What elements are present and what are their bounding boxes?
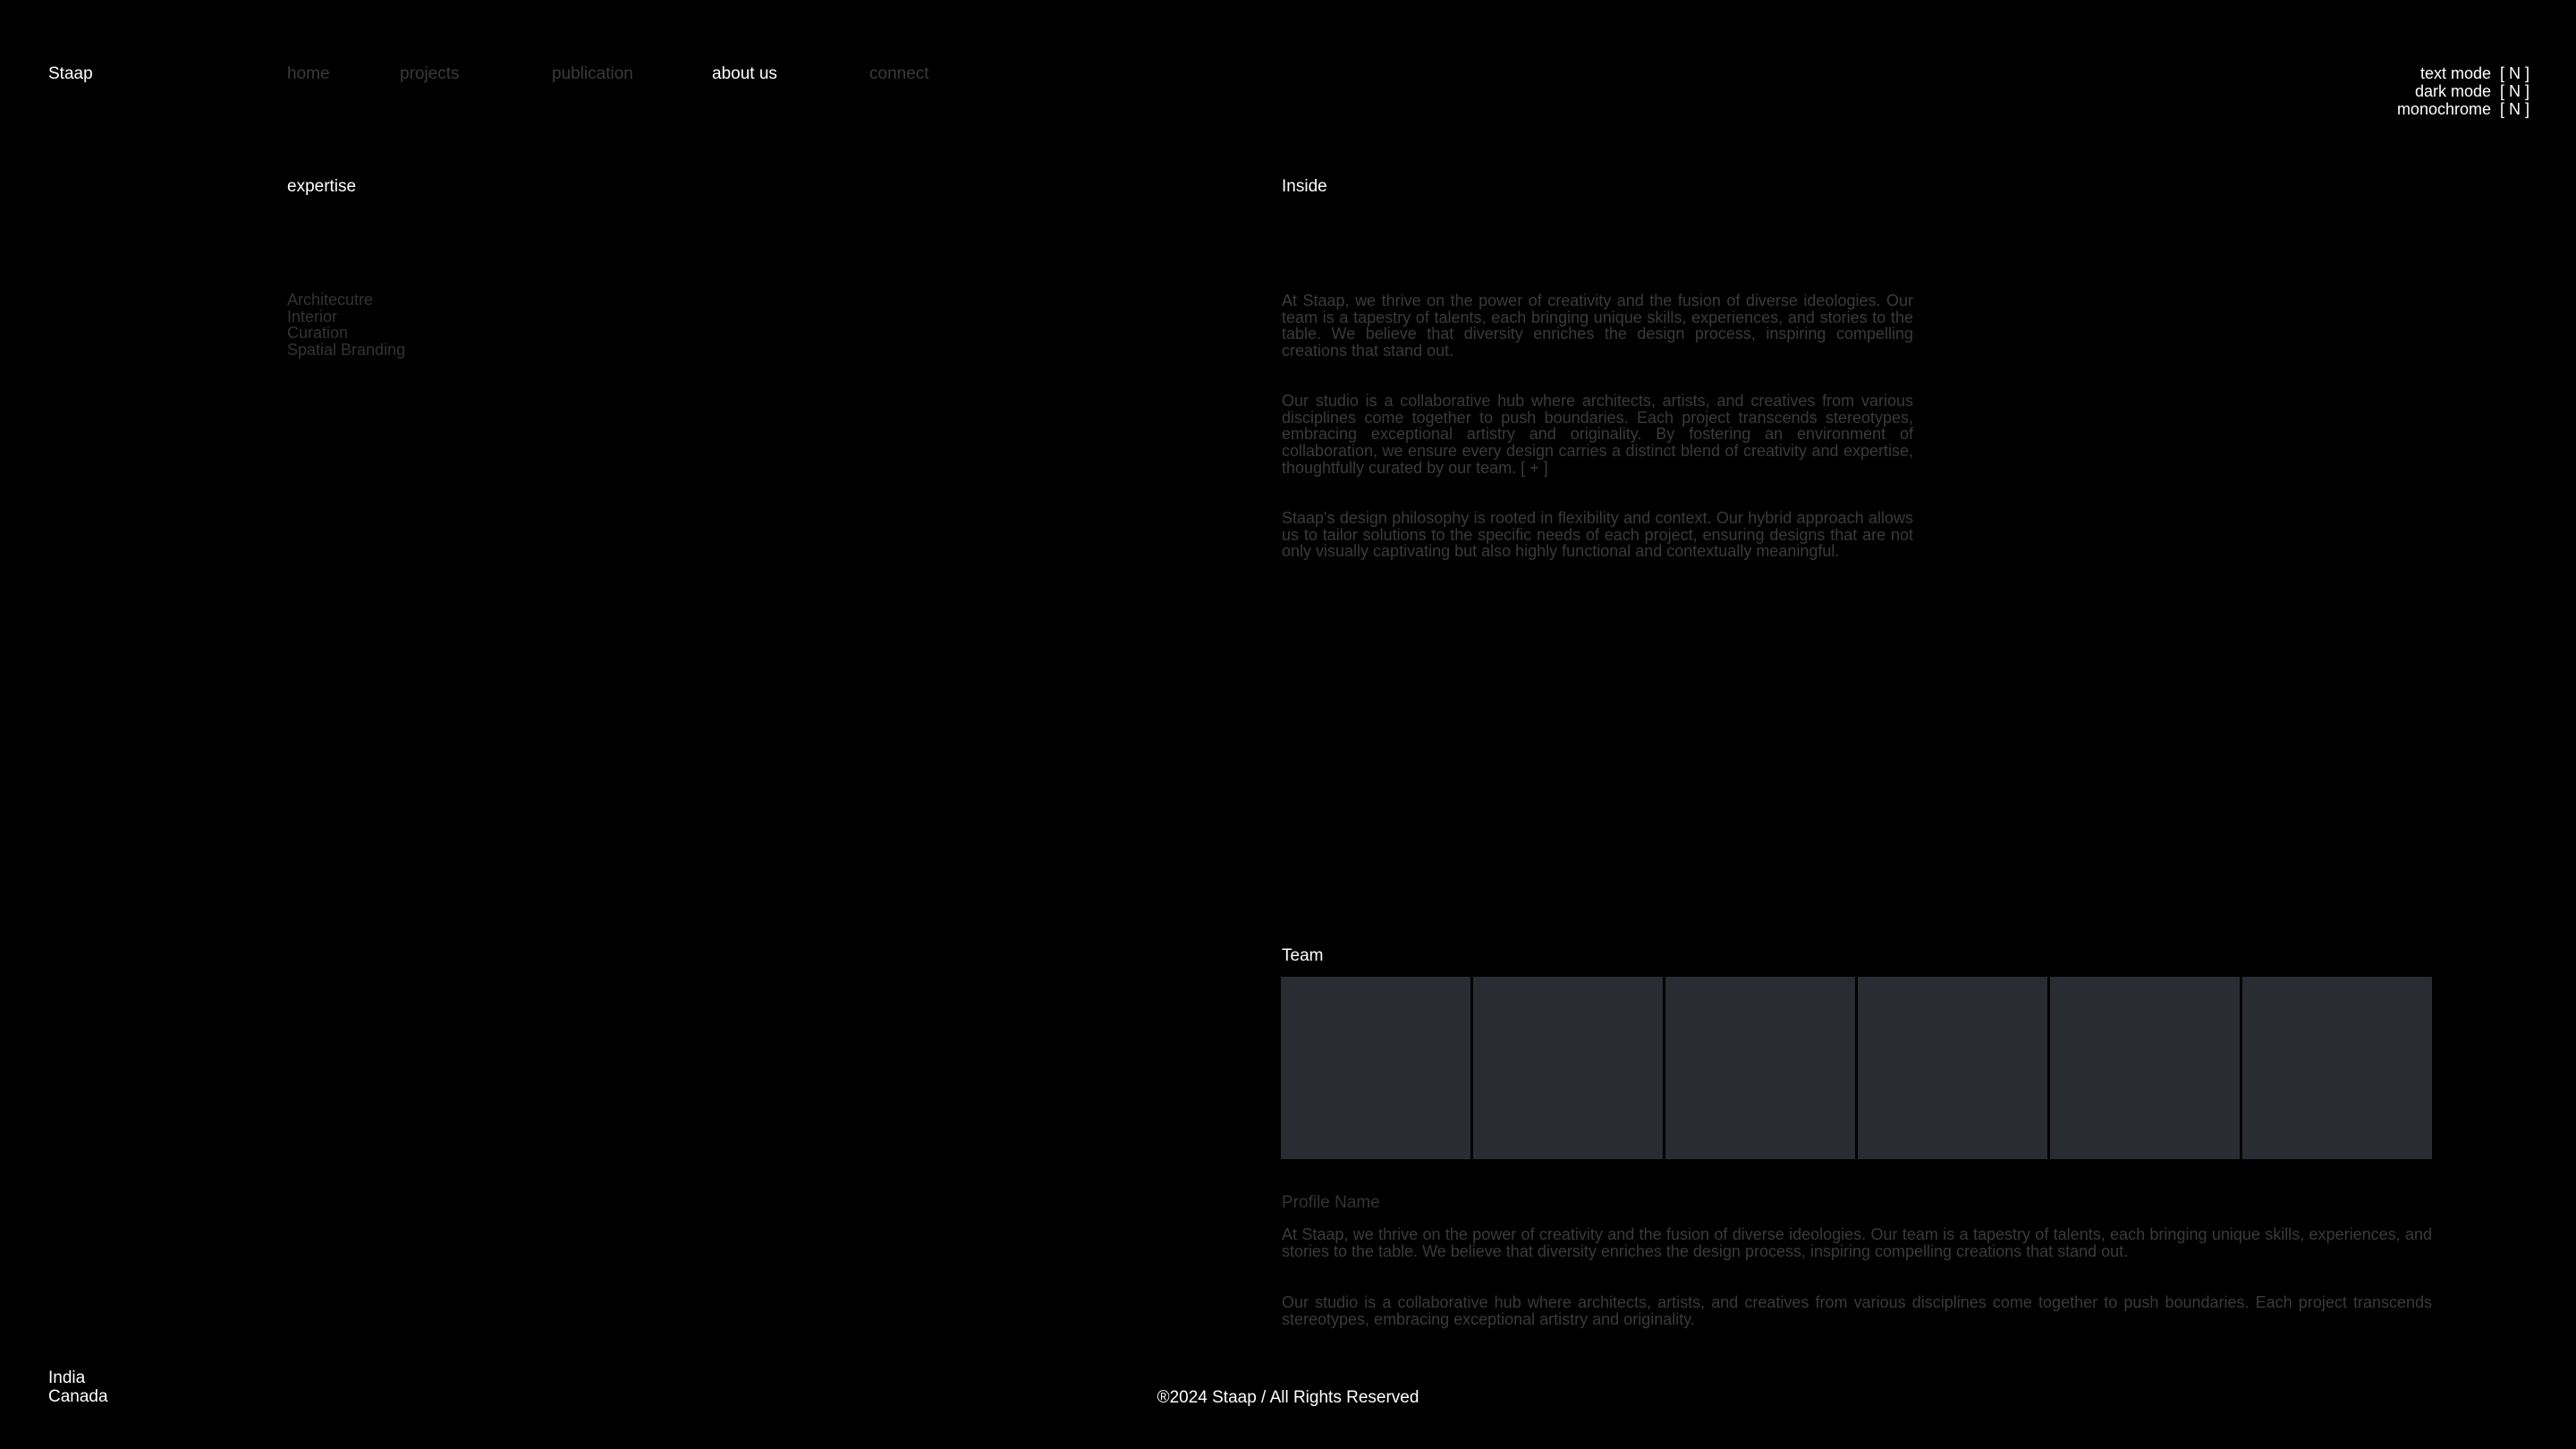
team-member-card[interactable] [1281,977,1470,1159]
toggle-dark-mode-state: [ N ] [2499,82,2529,100]
expertise-list: Architecutre Interior Curation Spatial B… [287,292,405,358]
team-member-card[interactable] [1473,977,1663,1159]
profile-paragraph-1: At Staap, we thrive on the power of crea… [1282,1225,2432,1260]
inside-paragraph-3: Staap's design philosophy is rooted in f… [1282,509,1913,561]
inside-paragraph-1: At Staap, we thrive on the power of crea… [1282,292,1913,360]
team-grid [1281,977,2432,1159]
team-member-card[interactable] [2050,977,2240,1159]
toggle-text-mode-label: text mode [2419,64,2491,82]
nav-home[interactable]: home [287,64,330,84]
team-heading: Team [1282,946,1324,965]
profile-paragraph-2: Our studio is a collaborative hub where … [1282,1293,2432,1328]
nav-connect[interactable]: connect [869,64,929,84]
expertise-item: Interior [287,307,338,326]
toggle-text-mode[interactable]: text mode [ N ] [2397,64,2529,82]
nav-about-us[interactable]: about us [712,64,777,84]
toggle-dark-mode[interactable]: dark mode [ N ] [2397,82,2529,100]
expertise-item: Curation [287,324,349,342]
toggle-dark-mode-label: dark mode [2414,82,2491,100]
site-logo[interactable]: Staap [48,64,93,84]
expertise-heading: expertise [287,177,357,196]
nav-projects[interactable]: projects [400,64,460,84]
expertise-item: Architecutre [287,291,374,309]
inside-paragraph-2: Our studio is a collaborative hub where … [1282,392,1913,477]
team-member-card[interactable] [1665,977,1855,1159]
toggle-monochrome-label: monochrome [2396,100,2491,118]
display-toggles: text mode [ N ] dark mode [ N ] monochrome… [2397,64,2529,118]
team-member-card[interactable] [1858,977,2047,1159]
expertise-item: Spatial Branding [287,340,406,359]
inside-heading: Inside [1282,177,1327,196]
team-member-card[interactable] [2242,977,2432,1159]
toggle-monochrome-state: [ N ] [2499,100,2529,118]
profile-name: Profile Name [1282,1193,1380,1212]
toggle-text-mode-state: [ N ] [2499,64,2529,82]
toggle-monochrome[interactable]: monochrome [ N ] [2397,100,2529,118]
copyright-notice: ®2024 Staap / All Rights Reserved [1157,1388,1419,1407]
location-india: India [48,1368,86,1387]
nav-publication[interactable]: publication [552,64,633,84]
